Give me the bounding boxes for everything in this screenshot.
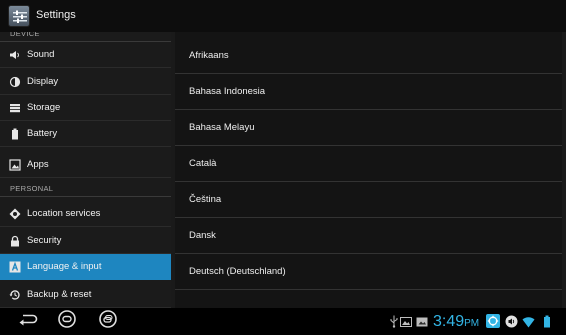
- location-icon: [9, 208, 21, 220]
- language-label: Bahasa Indonesia: [189, 86, 266, 97]
- sidebar-item-label: Apps: [27, 159, 49, 170]
- section-header-device: DEVICE: [0, 32, 171, 42]
- sidebar-item-label: Battery: [27, 128, 58, 139]
- volume-icon: [505, 315, 518, 328]
- sidebar-item-label: Location services: [27, 208, 101, 219]
- home-button[interactable]: [52, 309, 82, 334]
- settings-app-icon[interactable]: [8, 5, 30, 27]
- lock-icon: [9, 235, 21, 247]
- sidebar-item-backup-reset[interactable]: Backup & reset: [0, 282, 171, 308]
- language-item[interactable]: Afrikaans: [175, 38, 562, 74]
- language-item[interactable]: Bahasa Melayu: [175, 110, 562, 146]
- display-icon: [9, 76, 21, 88]
- sidebar-item-label: Storage: [27, 102, 61, 113]
- sidebar-item-sound[interactable]: Sound: [0, 42, 171, 68]
- sidebar-item-storage[interactable]: Storage: [0, 95, 171, 121]
- sidebar-item-battery[interactable]: Battery: [0, 121, 171, 147]
- home-icon: [57, 309, 77, 334]
- sidebar-item-display[interactable]: Display: [0, 69, 171, 95]
- sidebar-item-location-services[interactable]: Location services: [0, 201, 171, 227]
- language-label: Dansk: [189, 230, 216, 241]
- language-list-pane[interactable]: Afrikaans Bahasa Indonesia Bahasa Melayu…: [171, 32, 566, 308]
- storage-icon: [9, 102, 21, 114]
- language-item[interactable]: Català: [175, 146, 562, 182]
- action-bar: Settings: [0, 0, 566, 32]
- battery-status-icon: [540, 315, 553, 328]
- sidebar-item-apps[interactable]: Apps: [0, 152, 171, 178]
- speaker-icon: [9, 49, 21, 61]
- screenshot-icon: [415, 315, 428, 328]
- backup-icon: [9, 289, 21, 301]
- sidebar-item-label: Backup & reset: [27, 289, 92, 300]
- section-header-personal: PERSONAL: [0, 183, 171, 197]
- language-item[interactable]: Deutsch (Deutschland): [175, 254, 562, 290]
- sidebar-item-language-input[interactable]: Language & input: [0, 254, 171, 280]
- app-title: Settings: [36, 9, 76, 21]
- language-item[interactable]: Bahasa Indonesia: [175, 74, 562, 110]
- sidebar-item-label: Language & input: [27, 261, 102, 272]
- language-list[interactable]: Afrikaans Bahasa Indonesia Bahasa Melayu…: [175, 32, 562, 308]
- language-label: Català: [189, 158, 217, 169]
- recent-apps-button[interactable]: [93, 309, 123, 334]
- wifi-icon: [522, 315, 535, 328]
- settings-category-list[interactable]: DEVICE Sound Display Storage Battery App…: [0, 32, 171, 308]
- back-button[interactable]: [14, 311, 44, 332]
- sidebar-item-security[interactable]: Security: [0, 228, 171, 254]
- sidebar-item-label: Sound: [27, 49, 55, 60]
- gallery-icon: [399, 315, 412, 328]
- language-item[interactable]: Čeština: [175, 182, 562, 218]
- apps-icon: [9, 158, 21, 171]
- recent-apps-icon: [98, 309, 118, 334]
- clock: 3:49PM: [433, 313, 480, 330]
- system-bar: 3:49PM: [0, 308, 566, 335]
- language-label: Čeština: [189, 194, 222, 205]
- sidebar-item-label: Display: [27, 76, 59, 87]
- language-icon: [9, 261, 21, 273]
- sidebar-item-label: Security: [27, 235, 62, 246]
- language-label: Bahasa Melayu: [189, 122, 255, 133]
- back-icon: [18, 312, 40, 331]
- language-label: Deutsch (Deutschland): [189, 266, 286, 277]
- language-item[interactable]: Dansk: [175, 218, 562, 254]
- battery-icon: [9, 128, 21, 140]
- language-label: Afrikaans: [189, 50, 229, 61]
- sync-icon: [486, 314, 500, 328]
